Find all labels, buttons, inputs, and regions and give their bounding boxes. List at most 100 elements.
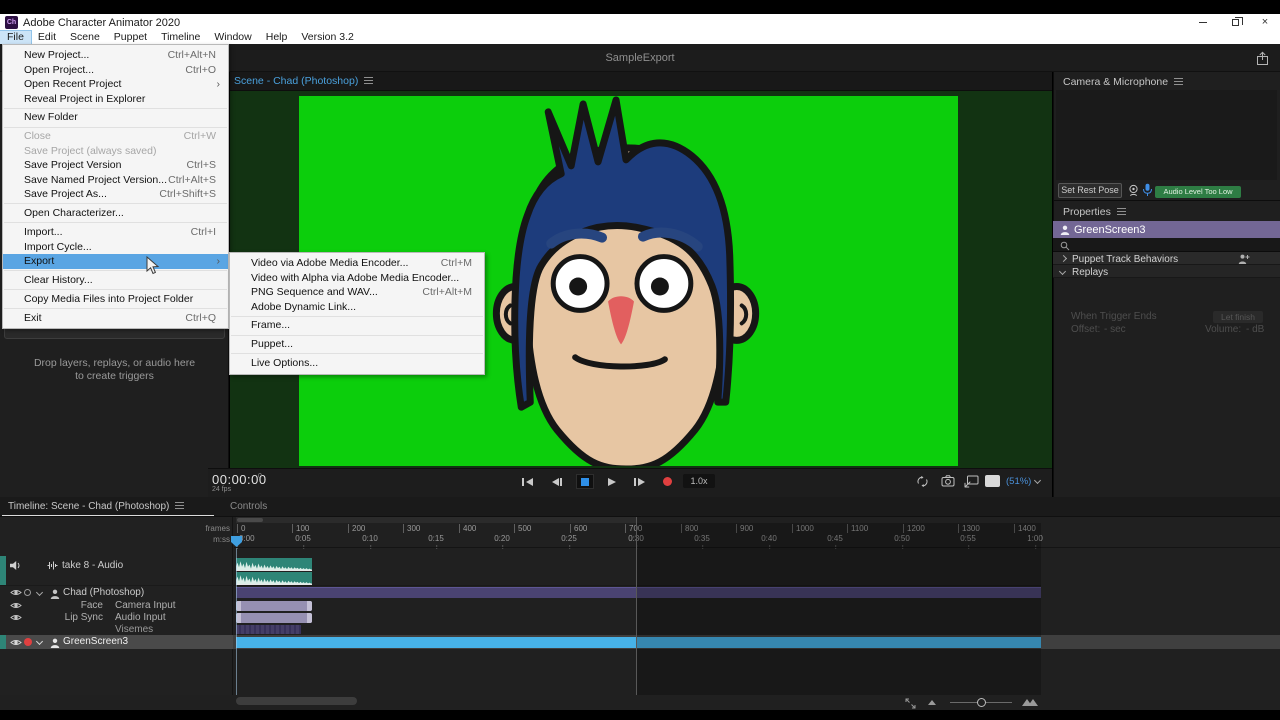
timeline-mini-scrollbar-thumb[interactable] bbox=[237, 518, 263, 522]
lipsync-audio-input-clip[interactable] bbox=[236, 613, 312, 623]
menu-item[interactable]: Import...Ctrl+I bbox=[3, 225, 228, 240]
behavior-input-lipsync[interactable]: Audio Input bbox=[115, 612, 166, 623]
fit-timeline-icon[interactable] bbox=[905, 698, 916, 709]
track-name-chad[interactable]: Chad (Photoshop) bbox=[63, 587, 144, 598]
microphone-icon[interactable] bbox=[1142, 183, 1153, 197]
menu-item[interactable]: Video with Alpha via Adobe Media Encoder… bbox=[230, 271, 484, 286]
menu-scene[interactable]: Scene bbox=[63, 31, 107, 44]
menu-item-label: Copy Media Files into Project Folder bbox=[24, 292, 220, 307]
go-to-start-button[interactable] bbox=[521, 477, 535, 487]
menu-item[interactable]: New Folder bbox=[3, 110, 228, 125]
menu-item-label: New Project... bbox=[24, 48, 168, 63]
timeline-zoom-slider-knob[interactable] bbox=[977, 698, 986, 707]
scene-end-marker[interactable] bbox=[636, 517, 637, 695]
menu-item[interactable]: Save Project VersionCtrl+S bbox=[3, 158, 228, 173]
close-button[interactable]: × bbox=[1252, 15, 1278, 30]
menu-window[interactable]: Window bbox=[207, 31, 258, 44]
menu-item[interactable]: Open Recent Project› bbox=[3, 77, 228, 92]
frame-tick: 300 bbox=[403, 524, 420, 533]
panel-divider bbox=[1053, 200, 1280, 201]
play-button[interactable] bbox=[607, 477, 617, 487]
visemes-clip[interactable] bbox=[236, 625, 301, 634]
menu-item[interactable]: ExitCtrl+Q bbox=[3, 311, 228, 326]
menu-item[interactable]: Open Characterizer... bbox=[3, 206, 228, 221]
menu-edit[interactable]: Edit bbox=[31, 31, 63, 44]
eye-icon[interactable] bbox=[10, 638, 22, 647]
eye-icon[interactable] bbox=[10, 613, 22, 622]
camera-mic-panel-menu-icon[interactable] bbox=[1174, 78, 1183, 85]
menu-item[interactable]: Puppet... bbox=[230, 337, 484, 352]
face-camera-input-clip[interactable] bbox=[236, 601, 312, 611]
viewport-zoom-level[interactable]: (51%) bbox=[1006, 476, 1031, 487]
restore-button[interactable] bbox=[1222, 15, 1248, 30]
behavior-input-face[interactable]: Camera Input bbox=[115, 600, 176, 611]
behavior-name-face[interactable]: Face bbox=[63, 600, 103, 611]
timeline-horizontal-scrollbar[interactable] bbox=[236, 697, 357, 705]
background-color-swatch[interactable] bbox=[985, 475, 1000, 487]
menu-item[interactable]: New Project...Ctrl+Alt+N bbox=[3, 48, 228, 63]
menu-item[interactable]: Video via Adobe Media Encoder...Ctrl+M bbox=[230, 256, 484, 271]
menu-item[interactable]: Copy Media Files into Project Folder bbox=[3, 292, 228, 307]
eye-icon[interactable] bbox=[10, 588, 22, 597]
zoom-out-timeline-icon[interactable] bbox=[928, 700, 936, 705]
loop-playback-icon[interactable] bbox=[916, 475, 929, 488]
set-rest-pose-button[interactable]: Set Rest Pose bbox=[1058, 183, 1122, 198]
ruler-frames-label: frames bbox=[190, 524, 230, 533]
record-button[interactable] bbox=[663, 477, 672, 486]
webcam-icon[interactable] bbox=[1127, 184, 1140, 197]
menu-timeline[interactable]: Timeline bbox=[154, 31, 207, 44]
audio-take-clip[interactable] bbox=[236, 558, 312, 571]
menu-item[interactable]: Adobe Dynamic Link... bbox=[230, 300, 484, 315]
minimize-button[interactable] bbox=[1190, 15, 1216, 30]
menu-shortcut: Ctrl+Alt+S bbox=[168, 173, 220, 188]
menu-item[interactable]: PNG Sequence and WAV...Ctrl+Alt+M bbox=[230, 285, 484, 300]
record-armed-icon[interactable] bbox=[24, 638, 32, 646]
menu-item-label: New Folder bbox=[24, 110, 220, 125]
speaker-icon[interactable] bbox=[9, 560, 22, 571]
playback-speed[interactable]: 1.0x bbox=[683, 474, 715, 488]
behavior-name-lipsync[interactable]: Lip Sync bbox=[63, 612, 103, 623]
menu-shortcut: Ctrl+Alt+M bbox=[422, 285, 476, 300]
tab-controls[interactable]: Controls bbox=[230, 501, 267, 512]
menu-item[interactable]: Save Named Project Version...Ctrl+Alt+S bbox=[3, 173, 228, 188]
menu-shortcut: Ctrl+Shift+S bbox=[159, 187, 220, 202]
track-name-greenscreen[interactable]: GreenScreen3 bbox=[63, 636, 128, 647]
menu-item-label: Import Cycle... bbox=[24, 240, 220, 255]
next-frame-button[interactable] bbox=[633, 477, 647, 487]
track-name-audio[interactable]: take 8 - Audio bbox=[62, 560, 123, 571]
menu-help[interactable]: Help bbox=[259, 31, 295, 44]
menu-item-export[interactable]: Export› bbox=[3, 254, 228, 269]
zoom-in-timeline-icon[interactable] bbox=[1022, 699, 1038, 706]
menu-item-label: Save Project As... bbox=[24, 187, 159, 202]
behavior-name-visemes[interactable]: Visemes bbox=[115, 624, 153, 635]
magnify-view-icon[interactable] bbox=[964, 475, 979, 488]
menu-item-label: Save Named Project Version... bbox=[24, 173, 168, 188]
properties-search-input[interactable] bbox=[1053, 238, 1280, 252]
eye-icon[interactable] bbox=[10, 601, 22, 610]
menu-item[interactable]: Reveal Project in Explorer bbox=[3, 92, 228, 107]
person-plus-icon[interactable] bbox=[1238, 254, 1250, 264]
menu-item[interactable]: Open Project...Ctrl+O bbox=[3, 63, 228, 78]
arm-record-toggle[interactable] bbox=[24, 589, 31, 596]
tab-scene[interactable]: Scene - Chad (Photoshop) bbox=[234, 75, 373, 87]
menu-file[interactable]: File bbox=[0, 31, 31, 44]
search-icon bbox=[1060, 241, 1070, 251]
menu-item[interactable]: Live Options... bbox=[230, 356, 484, 371]
menu-item: Save Project (always saved) bbox=[3, 144, 228, 159]
audio-take-clip[interactable] bbox=[236, 572, 312, 585]
menu-item[interactable]: Frame... bbox=[230, 318, 484, 333]
menu-item[interactable]: Save Project As...Ctrl+Shift+S bbox=[3, 187, 228, 202]
snapshot-icon[interactable] bbox=[941, 475, 955, 487]
menu-item-label: Clear History... bbox=[24, 273, 220, 288]
menu-item[interactable]: Clear History... bbox=[3, 273, 228, 288]
zoom-in-triangle bbox=[1028, 699, 1038, 706]
previous-frame-button[interactable] bbox=[550, 477, 564, 487]
tab-timeline[interactable]: Timeline: Scene - Chad (Photoshop) bbox=[8, 501, 184, 512]
time-tick: 0:05 bbox=[295, 534, 311, 543]
share-icon[interactable] bbox=[1255, 51, 1270, 66]
scene-panel-menu-icon[interactable] bbox=[364, 77, 373, 84]
timeline-panel-menu-icon[interactable] bbox=[175, 502, 184, 509]
properties-panel-menu-icon[interactable] bbox=[1117, 208, 1126, 215]
menu-puppet[interactable]: Puppet bbox=[107, 31, 154, 44]
menu-item[interactable]: Import Cycle... bbox=[3, 240, 228, 255]
